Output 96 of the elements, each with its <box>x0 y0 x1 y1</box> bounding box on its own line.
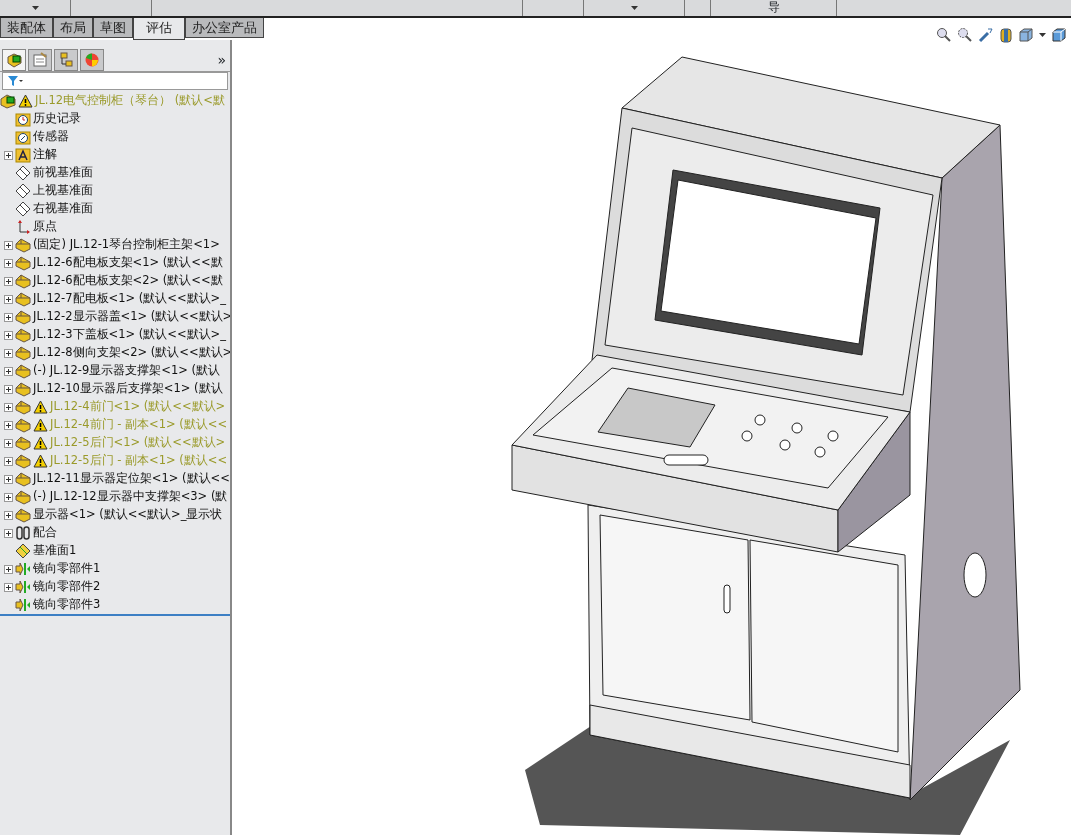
tree-item[interactable]: JL.12-6配电板支架<2> (默认<<默 <box>0 272 230 290</box>
tree-item[interactable]: JL.12-11显示器定位架<1> (默认<< <box>0 470 230 488</box>
expand-icon[interactable] <box>4 474 13 484</box>
tree-item[interactable]: (固定) JL.12-1琴台控制柜主架<1> <box>0 236 230 254</box>
tree-item[interactable]: 传感器 <box>0 128 230 146</box>
assembly-icon <box>0 93 16 109</box>
tree-item[interactable]: (-) JL.12-9显示器支撑架<1> (默认 <box>0 362 230 380</box>
tree-item[interactable]: JL.12-10显示器后支撑架<1> (默认 <box>0 380 230 398</box>
previous-view-icon[interactable] <box>978 27 994 43</box>
configuration-icon <box>58 52 74 68</box>
expand-icon[interactable] <box>4 528 13 538</box>
tree-item[interactable]: 原点 <box>0 218 230 236</box>
mirror-icon <box>15 561 31 577</box>
expand-icon[interactable] <box>4 510 13 520</box>
tab[interactable]: 装配体 <box>0 18 53 38</box>
expand-icon[interactable] <box>4 438 13 448</box>
part-icon <box>15 363 31 379</box>
part-icon <box>15 273 31 289</box>
tree-item[interactable]: 镜向零部件1 <box>0 560 230 578</box>
panel-tab[interactable] <box>28 49 52 71</box>
part-icon <box>15 471 31 487</box>
expand-icon[interactable] <box>4 402 13 412</box>
tree-item[interactable]: 历史记录 <box>0 110 230 128</box>
display-style-icon[interactable] <box>1051 27 1067 43</box>
expand-icon[interactable] <box>4 348 13 358</box>
expand-icon[interactable] <box>4 312 13 322</box>
tree-item[interactable]: 显示器<1> (默认<<默认>_显示状 <box>0 506 230 524</box>
tree-item[interactable]: 镜向零部件3 <box>0 596 230 614</box>
mirror-icon <box>15 579 31 595</box>
plane-icon <box>15 183 31 199</box>
tree-item[interactable]: 基准面1 <box>0 542 230 560</box>
caret-icon[interactable] <box>31 5 39 10</box>
tab[interactable]: 草图 <box>93 18 133 38</box>
part-icon <box>15 507 31 523</box>
expand-icon[interactable] <box>4 330 13 340</box>
part-icon <box>15 489 31 505</box>
part-icon <box>15 345 31 361</box>
annotation-icon <box>15 147 31 163</box>
expand-icon[interactable] <box>4 258 13 268</box>
tree-item[interactable]: 注解 <box>0 146 230 164</box>
part-icon <box>15 453 31 469</box>
zoom-fit-icon[interactable] <box>936 27 952 43</box>
caret-icon[interactable] <box>1039 33 1046 37</box>
expand-icon[interactable] <box>4 240 13 250</box>
filter-icon[interactable] <box>7 75 23 87</box>
toolbar-label[interactable]: 导 <box>767 0 780 14</box>
part-icon <box>15 381 31 397</box>
panel-tab[interactable] <box>80 49 104 71</box>
tree-item[interactable]: JL.12-7配电板<1> (默认<<默认>_ <box>0 290 230 308</box>
tree-item[interactable]: 右视基准面 <box>0 200 230 218</box>
expand-icon[interactable] <box>4 420 13 430</box>
plane-icon <box>15 543 31 559</box>
expand-icon[interactable] <box>4 366 13 376</box>
tree-item[interactable]: 前视基准面 <box>0 164 230 182</box>
part-icon <box>15 417 31 433</box>
tree-item[interactable]: 镜向零部件2 <box>0 578 230 596</box>
tree-item[interactable]: JL.12-3下盖板<1> (默认<<默认>_ <box>0 326 230 344</box>
plane-icon <box>15 201 31 217</box>
tree-item[interactable]: 配合 <box>0 524 230 542</box>
paperclip-icon <box>15 525 31 541</box>
tab[interactable]: 评估 <box>133 18 185 40</box>
caret-icon[interactable] <box>630 5 638 10</box>
expand-icon[interactable] <box>4 276 13 286</box>
mirror-icon <box>15 597 31 613</box>
expand-icon[interactable] <box>4 492 13 502</box>
part-icon <box>15 237 31 253</box>
zoom-area-icon[interactable] <box>957 27 973 43</box>
panel-tab[interactable] <box>54 49 78 71</box>
expand-icon[interactable] <box>4 582 13 592</box>
cube-icon[interactable] <box>1018 27 1034 43</box>
tree-icon <box>6 52 22 68</box>
part-icon <box>15 399 31 415</box>
part-icon <box>15 327 31 343</box>
expand-icon[interactable] <box>4 456 13 466</box>
origin-icon <box>15 219 31 235</box>
expand-icon[interactable] <box>4 384 13 394</box>
tree-item[interactable]: (-) JL.12-12显示器中支撑架<3> (默 <box>0 488 230 506</box>
expand-icon[interactable] <box>4 150 13 160</box>
tree-item[interactable]: 上视基准面 <box>0 182 230 200</box>
tab[interactable]: 办公室产品 <box>185 18 264 38</box>
part-icon <box>15 309 31 325</box>
part-icon <box>15 435 31 451</box>
expand-icon[interactable] <box>4 564 13 574</box>
panel-tab[interactable] <box>2 49 26 71</box>
tree-item[interactable]: JL.12-6配电板支架<1> (默认<<默 <box>0 254 230 272</box>
property-icon <box>32 52 48 68</box>
appearance-icon <box>84 52 100 68</box>
gauge-icon <box>15 129 31 145</box>
expand-icon[interactable] <box>4 294 13 304</box>
tab[interactable]: 布局 <box>53 18 93 38</box>
plane-icon <box>15 165 31 181</box>
part-icon <box>15 291 31 307</box>
section-view-icon[interactable] <box>999 27 1013 43</box>
more-icon[interactable]: » <box>217 50 226 71</box>
part-icon <box>15 255 31 271</box>
clock-icon <box>15 111 31 127</box>
